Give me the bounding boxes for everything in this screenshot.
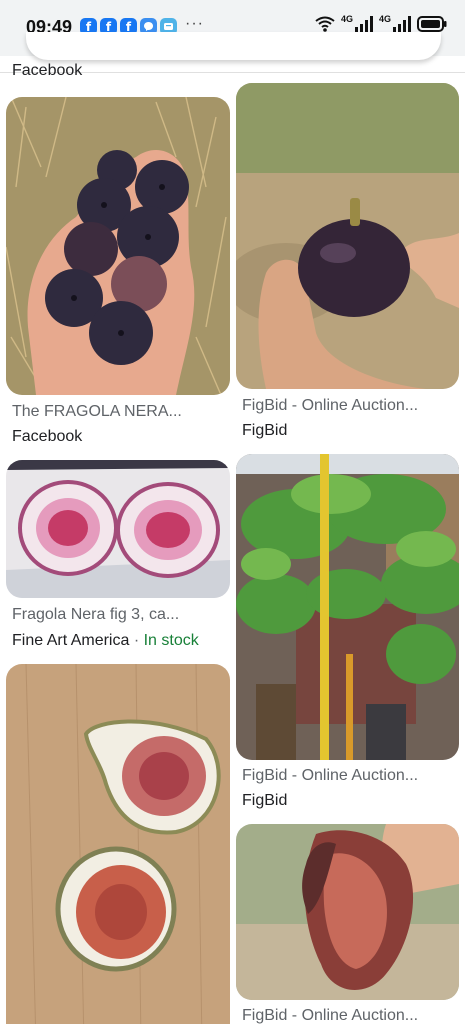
more-notifications-icon: ··· xyxy=(185,15,204,32)
result-title[interactable]: FigBid - Online Auction... xyxy=(242,1007,418,1024)
partial-result-source: Facebook xyxy=(12,62,83,79)
result-source: FigBid xyxy=(242,792,288,809)
system-icons: 4G 4G xyxy=(315,14,447,32)
result-image-single-fig[interactable] xyxy=(236,83,459,389)
signal-icon xyxy=(393,16,411,32)
result-title[interactable]: Fragola Nera fig 3, ca... xyxy=(12,606,179,624)
battery-icon xyxy=(417,16,447,32)
wifi-icon xyxy=(315,16,335,32)
result-title[interactable]: FigBid - Online Auction... xyxy=(242,767,418,785)
result-source-row: Fine Art America · In stock xyxy=(12,632,199,650)
separator: · xyxy=(129,632,144,649)
result-image-fig-painting[interactable] xyxy=(6,460,230,598)
result-image-halved-figs[interactable] xyxy=(6,664,230,1024)
result-image-fig-plant[interactable] xyxy=(236,454,459,760)
result-source: Facebook xyxy=(12,428,83,445)
result-title[interactable]: FigBid - Online Auction... xyxy=(242,397,418,415)
result-source: FigBid xyxy=(242,422,288,439)
result-source: Fine Art America xyxy=(12,632,130,649)
result-image-opened-fig[interactable] xyxy=(236,824,459,1000)
signal-icon xyxy=(354,16,373,32)
stock-badge: In stock xyxy=(143,632,199,649)
search-bar[interactable] xyxy=(26,32,441,60)
result-image-figs-in-hand[interactable] xyxy=(6,97,230,395)
result-title[interactable]: The FRAGOLA NERA... xyxy=(12,403,182,421)
